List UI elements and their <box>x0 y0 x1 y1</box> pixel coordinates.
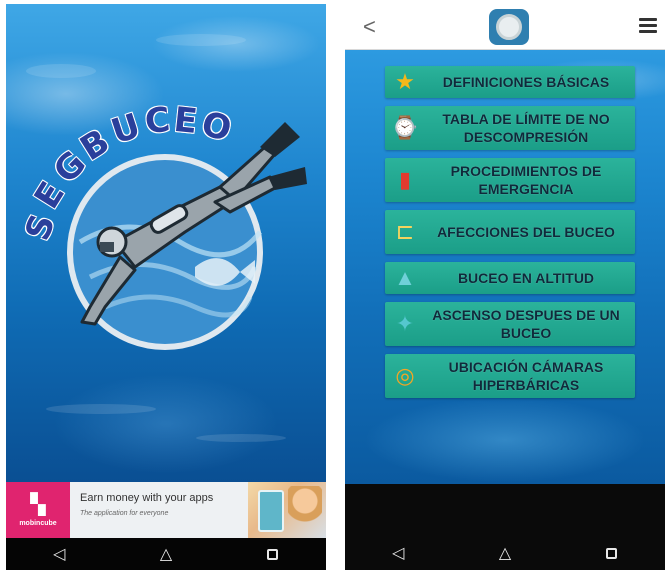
underwater-background: ★ DEFINICIONES BÁSICAS ⌚ TABLA DE LÍMITE… <box>345 50 665 484</box>
menu-item-label: AFECCIONES DEL BUCEO <box>437 224 615 240</box>
phone-illustration <box>258 490 284 532</box>
mobincube-brand: ▚ mobincube <box>6 482 70 538</box>
ad-banner[interactable]: ▚ mobincube Earn money with your apps Th… <box>6 482 326 538</box>
home-nav-icon[interactable]: △ <box>485 537 525 569</box>
app-bar: < <box>345 4 665 50</box>
menu-item-label: UBICACIÓN CÁMARAS HIPERBÁRICAS <box>448 359 604 393</box>
hamburger-icon[interactable] <box>639 18 657 34</box>
light-caustic <box>156 34 246 46</box>
person-illustration <box>288 486 322 536</box>
splash-screen: S E G B U C E O ▚ mobincube Earn money w… <box>6 4 326 570</box>
menu-item-tabla[interactable]: ⌚ TABLA DE LÍMITE DE NO DESCOMPRESIÓN <box>385 106 635 150</box>
oxygen-kit-icon: ▮ <box>398 167 412 192</box>
light-caustic <box>46 404 156 414</box>
recents-nav-icon[interactable] <box>253 538 293 570</box>
menu-list: ★ DEFINICIONES BÁSICAS ⌚ TABLA DE LÍMITE… <box>385 66 635 406</box>
light-caustic <box>26 64 96 78</box>
menu-item-ascenso[interactable]: ✦ ASCENSO DESPUES DE UN BUCEO <box>385 302 635 346</box>
menu-item-emergencia[interactable]: ▮ PROCEDIMIENTOS DE EMERGENCIA <box>385 158 635 202</box>
back-nav-icon[interactable]: ◁ <box>378 537 418 569</box>
ad-brand-label: mobincube <box>19 519 57 527</box>
menu-screen: < ★ DEFINICIONES BÁSICAS ⌚ TABLA DE LÍMI… <box>345 4 665 570</box>
diver-icon: ✦ <box>395 311 415 336</box>
menu-item-altitud[interactable]: ▲ BUCEO EN ALTITUD <box>385 262 635 294</box>
ad-subtitle: The application for everyone <box>80 510 169 517</box>
menu-item-label: ASCENSO DESPUES DE UN BUCEO <box>432 307 620 341</box>
menu-item-label: PROCEDIMIENTOS DE EMERGENCIA <box>450 163 602 197</box>
system-nav-bar: ◁ △ <box>345 536 665 570</box>
dive-gauge-icon <box>489 9 529 45</box>
dive-computer-icon: ⌚ <box>391 115 419 140</box>
fins-icon: ▲ <box>394 265 416 290</box>
home-nav-icon[interactable]: △ <box>146 538 186 570</box>
system-nav-area: ◁ △ <box>345 484 665 570</box>
syringe-icon: ⊏ <box>395 219 415 244</box>
logo-letter: U <box>106 105 147 153</box>
menu-item-definiciones[interactable]: ★ DEFINICIONES BÁSICAS <box>385 66 635 98</box>
back-button[interactable]: < <box>363 14 376 40</box>
recents-nav-icon[interactable] <box>592 537 632 569</box>
logo-letter: E <box>171 99 201 143</box>
ad-image <box>248 482 326 538</box>
system-nav-bar: ◁ △ <box>6 538 326 570</box>
menu-item-camaras[interactable]: ◎ UBICACIÓN CÁMARAS HIPERBÁRICAS <box>385 354 635 398</box>
menu-item-afecciones[interactable]: ⊏ AFECCIONES DEL BUCEO <box>385 210 635 254</box>
underwater-background: S E G B U C E O <box>6 4 326 482</box>
chat-bubble-icon: ▚ <box>30 493 46 516</box>
logo-letter: C <box>142 99 173 143</box>
menu-item-label: BUCEO EN ALTITUD <box>457 270 595 286</box>
menu-item-label: TABLA DE LÍMITE DE NO DESCOMPRESIÓN <box>442 111 610 145</box>
menu-item-label: DEFINICIONES BÁSICAS <box>442 74 610 90</box>
logo-text: S E G B U C E O <box>18 97 288 247</box>
star-icon: ★ <box>395 69 415 94</box>
location-ring-icon: ◎ <box>395 363 415 388</box>
light-caustic <box>196 434 286 442</box>
ad-title: Earn money with your apps <box>80 492 214 504</box>
back-nav-icon[interactable]: ◁ <box>39 538 79 570</box>
logo-letter: O <box>197 103 237 151</box>
